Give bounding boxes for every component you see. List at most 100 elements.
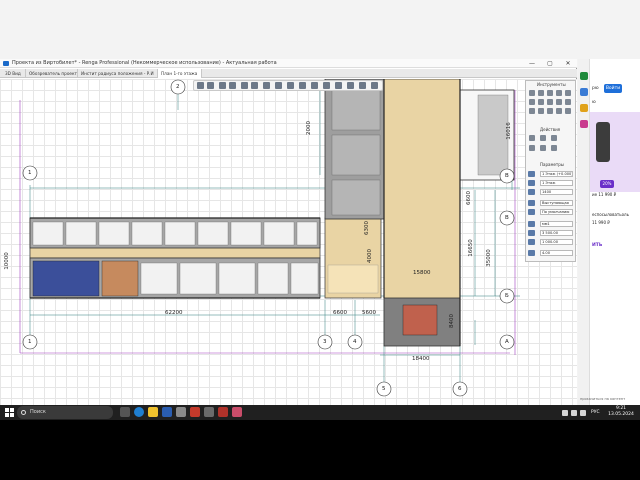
param-material-field[interactable]: мм1 [540,221,573,227]
mirror-icon[interactable] [251,82,258,89]
param-offset-field[interactable]: 4.00 [540,250,573,256]
zoom-icon[interactable] [347,82,354,89]
copy-icon[interactable] [241,82,248,89]
print-icon[interactable] [275,82,282,89]
drawing-canvas[interactable] [0,79,577,408]
app-icon[interactable] [176,407,186,417]
move-icon[interactable] [229,82,236,89]
tool-floor-icon[interactable] [547,99,553,105]
redo-icon[interactable] [207,82,214,89]
tray-icon[interactable] [562,410,568,416]
param-type-field[interactable]: Выступающая [540,200,573,206]
hide-icon[interactable] [335,82,342,89]
app-icon[interactable] [232,407,242,417]
tab-institute[interactable]: Инстит радиуса положения - Р.И [78,69,158,78]
tool-opening-icon[interactable] [565,108,571,114]
browser-app-icon[interactable] [580,72,588,80]
browser-app-icon[interactable] [580,88,588,96]
param-thickness-field[interactable]: 1 000.00 [540,239,573,245]
clock[interactable]: 9:21 13.05.2024 [606,406,636,418]
action-copy-icon[interactable] [540,135,546,141]
action-move-icon[interactable] [529,135,535,141]
windows-start-icon[interactable] [5,408,14,417]
renga-taskbar-icon[interactable] [190,407,200,417]
param-level-icon [528,171,535,177]
tool-column-icon[interactable] [547,90,553,96]
browser-footer: прокачиться на контент [580,397,626,401]
param-height-field[interactable]: 1400 [540,189,573,195]
edge-icon[interactable] [134,407,144,417]
layer-icon[interactable] [299,82,306,89]
axis-label: 2 [176,84,180,90]
renga-app-icon [3,61,9,66]
promo-link[interactable]: ИТЬ [592,243,602,248]
explorer-icon[interactable] [148,407,158,417]
axis-label: 6 [458,386,462,392]
param-material-icon [528,221,535,227]
browser-app-icon[interactable] [580,120,588,128]
store-icon[interactable] [162,407,172,417]
tool-select-icon[interactable] [529,90,535,96]
maximize-button[interactable]: ▢ [541,59,559,68]
param-default-field[interactable]: По умолчанию [540,209,573,215]
axis-label: 5 [382,386,386,392]
tool-room-icon[interactable] [529,108,535,114]
dimension-text: 2000 [306,121,312,135]
login-button[interactable]: Войти [604,84,622,93]
filter-icon[interactable] [311,82,318,89]
tab-3d-view[interactable]: 3D Вид [2,69,26,78]
app-icon[interactable] [204,407,214,417]
param-default-icon [528,209,535,215]
view-icon[interactable] [287,82,294,89]
tool-window-icon[interactable] [529,99,535,105]
param-width-field[interactable]: 3 500.00 [540,230,573,236]
tool-axis-icon[interactable] [547,108,553,114]
tool-level-icon[interactable] [556,108,562,114]
tools-title: Инструменты [537,82,566,87]
brown-room [101,260,139,297]
tool-beam-icon[interactable] [556,90,562,96]
help-icon[interactable] [371,82,378,89]
promo-text: 11 990 ₽ [592,220,610,225]
tool-stair-icon[interactable] [565,99,571,105]
tab-project-browser[interactable]: Обозреватель проекта [26,69,78,78]
promo-price: ие 11 990 ₽ [592,192,617,197]
param-floor-icon [528,180,535,186]
tool-wall-icon[interactable] [538,90,544,96]
minimize-button[interactable]: — [523,59,541,68]
rotate-icon[interactable] [263,82,270,89]
search-icon [21,410,26,415]
tool-door-icon[interactable] [538,99,544,105]
browser-text: рю [592,86,599,91]
select-icon[interactable] [219,82,226,89]
volume-icon[interactable] [580,410,586,416]
settings-icon[interactable] [359,82,366,89]
close-button[interactable]: ✕ [559,59,577,68]
taskbar-search[interactable]: Поиск [17,406,113,419]
action-mirror-icon[interactable] [529,145,535,151]
param-floor-field[interactable]: 1 Этаж [540,180,573,186]
dimension-text: 6300 [364,221,370,235]
tab-floor-plan[interactable]: План 1-го этажа [158,69,202,78]
param-offset-icon [528,250,535,256]
param-type-icon [528,200,535,206]
snap-icon[interactable] [323,82,330,89]
action-delete-icon[interactable] [540,145,546,151]
language-indicator[interactable]: РУС [591,410,600,415]
task-view-icon[interactable] [120,407,130,417]
rooms-upper-row [29,217,321,249]
browser-app-icon[interactable] [580,104,588,112]
network-icon[interactable] [571,410,577,416]
device-image [596,122,610,162]
tool-roof-icon[interactable] [556,99,562,105]
app-icon[interactable] [218,407,228,417]
axis-label: 1 [28,339,32,345]
action-array-icon[interactable] [551,145,557,151]
param-level-field[interactable]: 1 Этаж (+0.000) [540,171,573,177]
action-rotate-icon[interactable] [551,135,557,141]
param-thickness-icon [528,239,535,245]
axis-label: 3 [323,339,327,345]
undo-icon[interactable] [197,82,204,89]
tool-dim-icon[interactable] [538,108,544,114]
tool-text-icon[interactable] [565,90,571,96]
